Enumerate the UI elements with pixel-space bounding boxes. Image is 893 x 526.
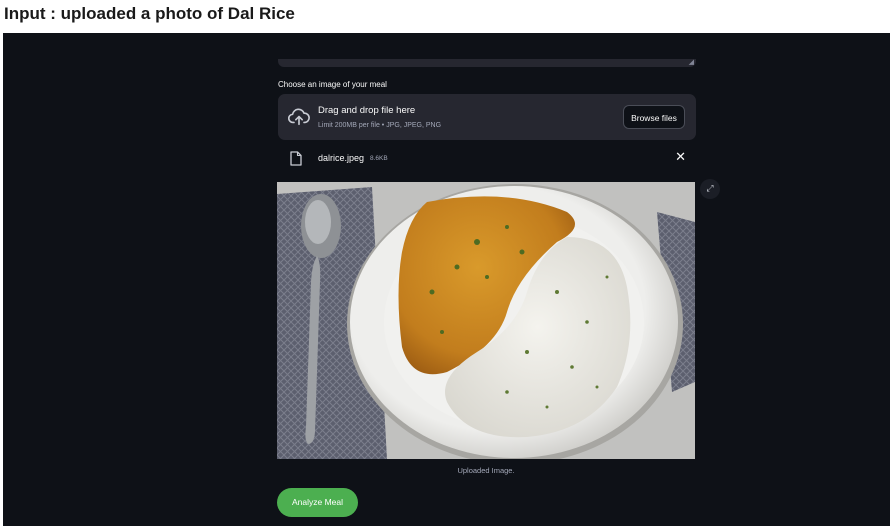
file-size: 8.6KB: [370, 155, 388, 162]
text-area[interactable]: ◢: [278, 59, 696, 67]
streamlit-app: ◢ Choose an image of your meal Drag and …: [3, 33, 890, 526]
resize-handle-icon[interactable]: ◢: [689, 59, 694, 66]
dal-rice-photo: [277, 182, 695, 459]
uploaded-meal-image: [277, 182, 695, 459]
analyze-meal-button[interactable]: Analyze Meal: [277, 488, 358, 517]
fullscreen-expand-icon[interactable]: ⤢: [700, 179, 720, 199]
file-name: dalrice.jpeg: [318, 153, 365, 163]
uploader-label: Choose an image of your meal: [278, 80, 387, 89]
image-caption: Uploaded Image.: [457, 466, 515, 475]
remove-file-close-icon[interactable]: ✕: [675, 151, 686, 165]
browse-files-button[interactable]: Browse files: [623, 105, 685, 129]
page-caption: Input : uploaded a photo of Dal Rice: [4, 4, 295, 23]
uploaded-file-row: dalrice.jpeg 8.6KB ✕: [278, 148, 696, 168]
file-icon: [290, 151, 302, 166]
dropzone-limit-text: Limit 200MB per file • JPG, JPEG, PNG: [318, 122, 442, 129]
dropzone-title: Drag and drop file here: [318, 105, 416, 116]
file-dropzone[interactable]: Drag and drop file here Limit 200MB per …: [278, 94, 696, 140]
cloud-upload-icon: [288, 108, 310, 126]
